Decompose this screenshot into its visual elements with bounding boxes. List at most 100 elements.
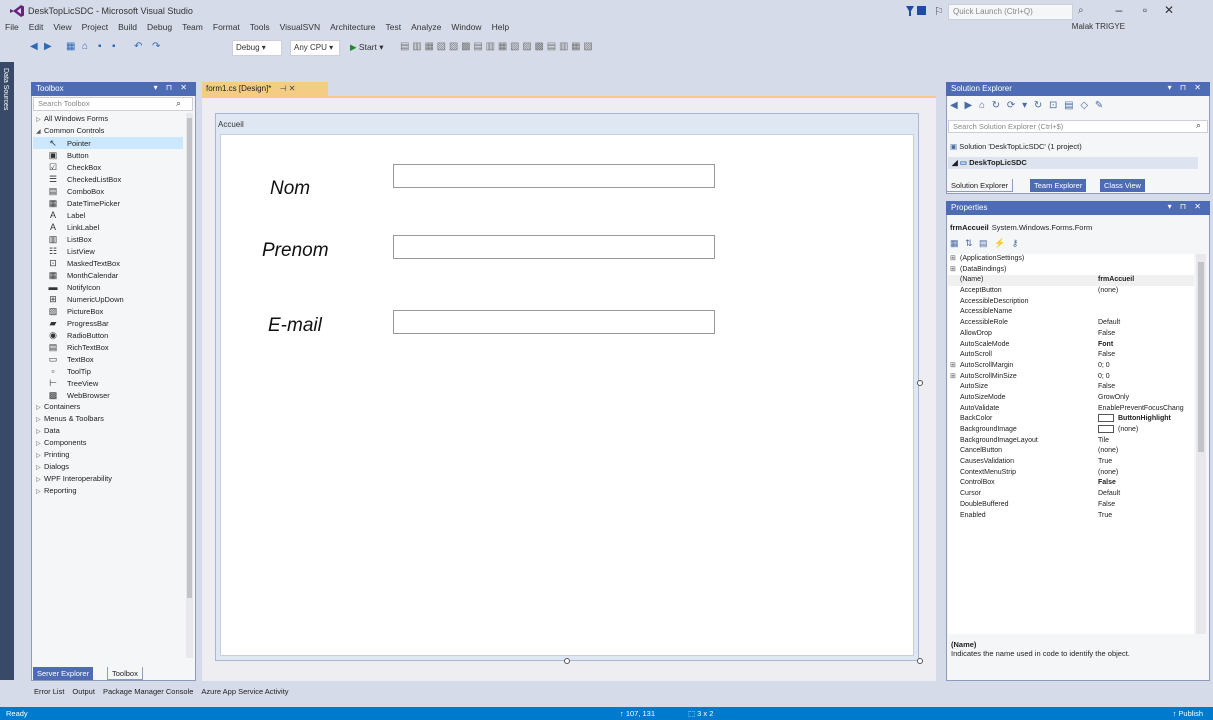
property-value[interactable]: (none) bbox=[1098, 468, 1194, 479]
textbox-nom[interactable] bbox=[393, 164, 715, 188]
property-row[interactable]: DoubleBuffered False bbox=[948, 500, 1194, 511]
toolbox-item[interactable]: ⊞ NumericUpDown bbox=[33, 293, 183, 305]
menu-visualsvn[interactable]: VisualSVN bbox=[275, 20, 325, 34]
search-icon[interactable]: ⌕ bbox=[1078, 5, 1084, 16]
resize-handle-bottom[interactable] bbox=[564, 658, 570, 664]
minimize-button[interactable]: ‒ bbox=[1110, 3, 1128, 17]
start-button[interactable]: ▶ Start ▾ bbox=[346, 40, 388, 56]
menu-team[interactable]: Team bbox=[177, 20, 208, 34]
property-row[interactable]: ⊞ (ApplicationSettings) bbox=[948, 254, 1194, 265]
toolbox-item[interactable]: ▬ NotifyIcon bbox=[33, 281, 183, 293]
property-value[interactable]: False bbox=[1098, 500, 1194, 511]
toolbox-item[interactable]: ▩ WebBrowser bbox=[33, 389, 183, 401]
property-row[interactable]: Enabled True bbox=[948, 511, 1194, 522]
menu-build[interactable]: Build bbox=[113, 20, 142, 34]
property-row[interactable]: AutoSizeMode GrowOnly bbox=[948, 393, 1194, 404]
toolbox-item[interactable]: ▭ TextBox bbox=[33, 353, 183, 365]
tab-azure-app-service-activity[interactable]: Azure App Service Activity bbox=[197, 685, 292, 698]
menu-project[interactable]: Project bbox=[77, 20, 113, 34]
menu-help[interactable]: Help bbox=[487, 20, 514, 34]
toolbox-search-input[interactable]: Search Toolbox bbox=[33, 97, 193, 111]
property-row[interactable]: AutoScaleMode Font bbox=[948, 340, 1194, 351]
expand-icon[interactable]: ⊞ bbox=[950, 361, 956, 372]
search-icon[interactable]: ⌕ bbox=[1196, 120, 1201, 131]
toolbox-category[interactable]: ▷ Reporting bbox=[33, 485, 183, 497]
property-row[interactable]: (Name) frmAccueil bbox=[948, 275, 1194, 287]
property-value[interactable]: (none) bbox=[1098, 286, 1194, 297]
save-icon[interactable]: ▪ bbox=[98, 41, 102, 52]
toolbox-item[interactable]: ⊡ MaskedTextBox bbox=[33, 257, 183, 269]
toolbox-scroll-thumb[interactable] bbox=[187, 118, 192, 598]
property-row[interactable]: BackColor ButtonHighlight bbox=[948, 414, 1194, 425]
toolbox-category[interactable]: ▷ Components bbox=[33, 437, 183, 449]
toolbox-item[interactable]: ▥ ListBox bbox=[33, 233, 183, 245]
property-value[interactable]: 0; 0 bbox=[1098, 361, 1194, 372]
property-value[interactable]: EnablePreventFocusChang bbox=[1098, 404, 1194, 415]
save-all-icon[interactable]: ▪ bbox=[112, 41, 116, 52]
menu-debug[interactable]: Debug bbox=[142, 20, 177, 34]
tab-error-list[interactable]: Error List bbox=[30, 685, 68, 698]
toolbox-item[interactable]: ▫ ToolTip bbox=[33, 365, 183, 377]
toolbox-item[interactable]: ☷ ListView bbox=[33, 245, 183, 257]
label-prenom[interactable]: Prenom bbox=[262, 240, 329, 262]
toolbox-category[interactable]: ▷ WPF Interoperability bbox=[33, 473, 183, 485]
tab-server-explorer[interactable]: Server Explorer bbox=[33, 667, 94, 680]
property-row[interactable]: ⊞ AutoScrollMargin 0; 0 bbox=[948, 361, 1194, 372]
property-value[interactable]: Default bbox=[1098, 489, 1194, 500]
property-row[interactable]: BackgroundImage (none) bbox=[948, 425, 1194, 436]
property-row[interactable]: ⊞ AutoScrollMinSize 0; 0 bbox=[948, 372, 1194, 383]
toolbox-item[interactable]: ▦ MonthCalendar bbox=[33, 269, 183, 281]
property-value[interactable]: (none) bbox=[1098, 446, 1194, 457]
property-row[interactable]: ⊞ (DataBindings) bbox=[948, 265, 1194, 276]
property-row[interactable]: AllowDrop False bbox=[948, 329, 1194, 340]
tab-output[interactable]: Output bbox=[68, 685, 99, 698]
property-value[interactable]: Tile bbox=[1098, 436, 1194, 447]
toolbox-item[interactable]: ☰ CheckedListBox bbox=[33, 173, 183, 185]
property-row[interactable]: AcceptButton (none) bbox=[948, 286, 1194, 297]
data-sources-tab[interactable]: Data Sources bbox=[2, 68, 9, 110]
user-account[interactable]: Malak TRIGYE bbox=[1072, 22, 1125, 31]
property-value[interactable]: Default bbox=[1098, 318, 1194, 329]
toolbox-category[interactable]: ▷ Dialogs bbox=[33, 461, 183, 473]
property-row[interactable]: AccessibleRole Default bbox=[948, 318, 1194, 329]
menu-window[interactable]: Window bbox=[446, 20, 486, 34]
menu-edit[interactable]: Edit bbox=[24, 20, 49, 34]
tab-team-explorer[interactable]: Team Explorer bbox=[1030, 179, 1087, 192]
textbox-prenom[interactable] bbox=[393, 235, 715, 259]
property-row[interactable]: CausesValidation True bbox=[948, 457, 1194, 468]
property-row[interactable]: AutoSize False bbox=[948, 382, 1194, 393]
toolbox-item[interactable]: ↖ Pointer bbox=[33, 137, 183, 149]
property-value[interactable]: False bbox=[1098, 350, 1194, 361]
forward-icon[interactable]: ▶ bbox=[44, 41, 52, 52]
toolbar-icons-layout[interactable]: ▤ ▥ ▦ ▧ ▨ ▩ ▤ ▥ ▦ ▧ ▨ ▩ ▤ ▥ ▦ ▧ bbox=[400, 41, 593, 52]
solution-node[interactable]: ▣ Solution 'DeskTopLicSDC' (1 project) bbox=[950, 142, 1082, 151]
menu-architecture[interactable]: Architecture bbox=[325, 20, 380, 34]
property-row[interactable]: AutoValidate EnablePreventFocusChang bbox=[948, 404, 1194, 415]
configuration-select[interactable]: Debug ▾ bbox=[232, 40, 282, 56]
property-value[interactable]: False bbox=[1098, 382, 1194, 393]
menu-test[interactable]: Test bbox=[380, 20, 406, 34]
menu-file[interactable]: File bbox=[0, 20, 24, 34]
property-row[interactable]: AccessibleName bbox=[948, 307, 1194, 318]
toolbox-item[interactable]: ▤ ComboBox bbox=[33, 185, 183, 197]
toolbox-item[interactable]: ⊢ TreeView bbox=[33, 377, 183, 389]
property-row[interactable]: BackgroundImageLayout Tile bbox=[948, 436, 1194, 447]
toolbox-item[interactable]: ▣ Button bbox=[33, 149, 183, 161]
property-value[interactable]: ButtonHighlight bbox=[1098, 414, 1194, 425]
tab-solution-explorer[interactable]: Solution Explorer bbox=[946, 179, 1014, 192]
toolbox-item[interactable]: ▨ PictureBox bbox=[33, 305, 183, 317]
label-email[interactable]: E-mail bbox=[268, 315, 322, 337]
toolbox-item[interactable]: ☑ CheckBox bbox=[33, 161, 183, 173]
redo-icon[interactable]: ↷ bbox=[152, 41, 160, 52]
property-value[interactable]: False bbox=[1098, 329, 1194, 340]
toolbox-category[interactable]: ▷ Menus & Toolbars bbox=[33, 413, 183, 425]
filter-feedback-icon[interactable] bbox=[905, 4, 927, 18]
pin-close-icon[interactable]: ⊣ ✕ bbox=[280, 84, 296, 93]
search-icon[interactable]: ⌕ bbox=[176, 98, 181, 109]
tab-form1-design[interactable]: form1.cs [Design]* ⊣ ✕ bbox=[202, 82, 328, 96]
expand-icon[interactable]: ⊞ bbox=[950, 254, 956, 265]
resize-handle-right[interactable] bbox=[917, 380, 923, 386]
new-project-icon[interactable]: ▦ bbox=[66, 41, 75, 52]
panel-controls-icon[interactable]: ▾ ⊓ ✕ bbox=[1168, 83, 1204, 92]
menu-format[interactable]: Format bbox=[208, 20, 245, 34]
